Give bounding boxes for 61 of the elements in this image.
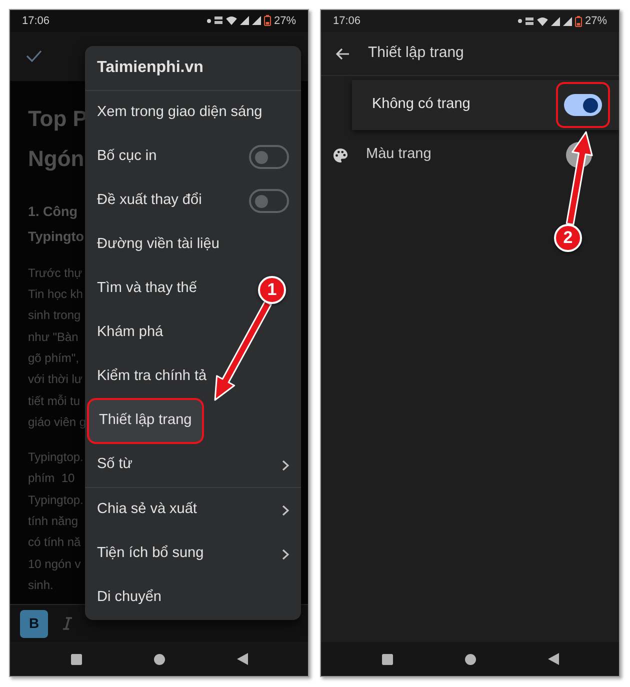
menu-item[interactable]: Bố cục in (85, 135, 169, 179)
chevron-right-icon (282, 460, 289, 470)
palette-icon (333, 148, 348, 162)
notification-dot-icon (206, 18, 211, 23)
status-time: 17:06 (22, 14, 50, 29)
home-icon[interactable] (464, 654, 476, 664)
toggle-switch[interactable] (564, 94, 602, 116)
document-text-line: Typingto (28, 228, 84, 246)
menu-item[interactable]: Kiểm tra chính tả (85, 355, 219, 399)
toggle-switch[interactable] (249, 189, 289, 213)
menu-item[interactable]: Đề xuất thay đổi (85, 179, 214, 223)
document-text-line: Trước thự (28, 264, 82, 282)
document-text-line: sinh trong (28, 307, 81, 324)
setting-label: Màu trang (366, 145, 432, 164)
recent-apps-icon[interactable] (382, 654, 392, 664)
document-text-line: giáo viên g (28, 414, 86, 431)
document-text-line: 1. Công (28, 202, 78, 221)
battery-icon (574, 16, 582, 26)
screen-title: Thiết lập trang (368, 43, 464, 64)
document-text-line: tiết mỗi tu (28, 392, 80, 410)
menu-item[interactable]: Số từ (85, 443, 144, 487)
document-text-line: sinh. (28, 576, 54, 594)
document-text-line: phím 10 (28, 470, 75, 488)
home-icon[interactable] (154, 654, 164, 665)
battery-percent: 27% (584, 14, 607, 29)
bold-button[interactable]: B (20, 610, 48, 638)
chevron-right-icon (282, 548, 289, 560)
document-text-line: 10 ngón v (28, 556, 81, 573)
chevron-right-icon (282, 504, 289, 516)
back-arrow-icon[interactable] (336, 48, 350, 60)
wifi-icon (536, 16, 548, 26)
menu-item[interactable]: Khám phá (85, 311, 176, 355)
back-icon[interactable] (236, 653, 248, 666)
menu-title: Taimienphi.vn (97, 58, 204, 78)
status-time: 17:06 (333, 14, 361, 29)
document-text-line: tính năng (28, 513, 78, 530)
menu-item[interactable]: Tiện ích bổ sung (85, 532, 216, 576)
battery-icon (264, 15, 271, 26)
document-text-line: Typingtop. (28, 449, 84, 466)
toggle-switch[interactable] (249, 145, 289, 169)
document-text-line: với thời lư (28, 371, 82, 388)
menu-item[interactable]: Thiết lập trang (87, 398, 204, 444)
document-text-line: có tính nă (28, 534, 81, 552)
menu-item[interactable]: Đường viền tài liệu (85, 223, 232, 267)
recent-apps-icon[interactable] (70, 654, 82, 665)
menu-item[interactable]: Chia sẻ và xuất (85, 488, 209, 532)
back-icon[interactable] (548, 653, 558, 665)
battery-percent: 27% (274, 14, 296, 29)
step-number-badge: 2 (554, 224, 582, 252)
menu-item[interactable]: Xem trong giao diện sáng (85, 91, 274, 135)
wifi-icon (226, 16, 237, 26)
document-text-line: Tin học kh (28, 286, 83, 304)
menu-item[interactable]: Di chuyển (85, 576, 174, 620)
document-text-line: Typingtop. (28, 492, 84, 509)
document-text-line: như "Bàn (28, 328, 78, 346)
document-text-line: gõ phím", (28, 350, 79, 367)
setting-label: Không có trang (372, 95, 470, 114)
menu-item[interactable]: Tìm và thay thế (85, 267, 209, 311)
document-text-line: Ngón (28, 144, 84, 173)
notification-dot-icon (518, 19, 522, 23)
checkmark-icon[interactable] (26, 50, 42, 62)
